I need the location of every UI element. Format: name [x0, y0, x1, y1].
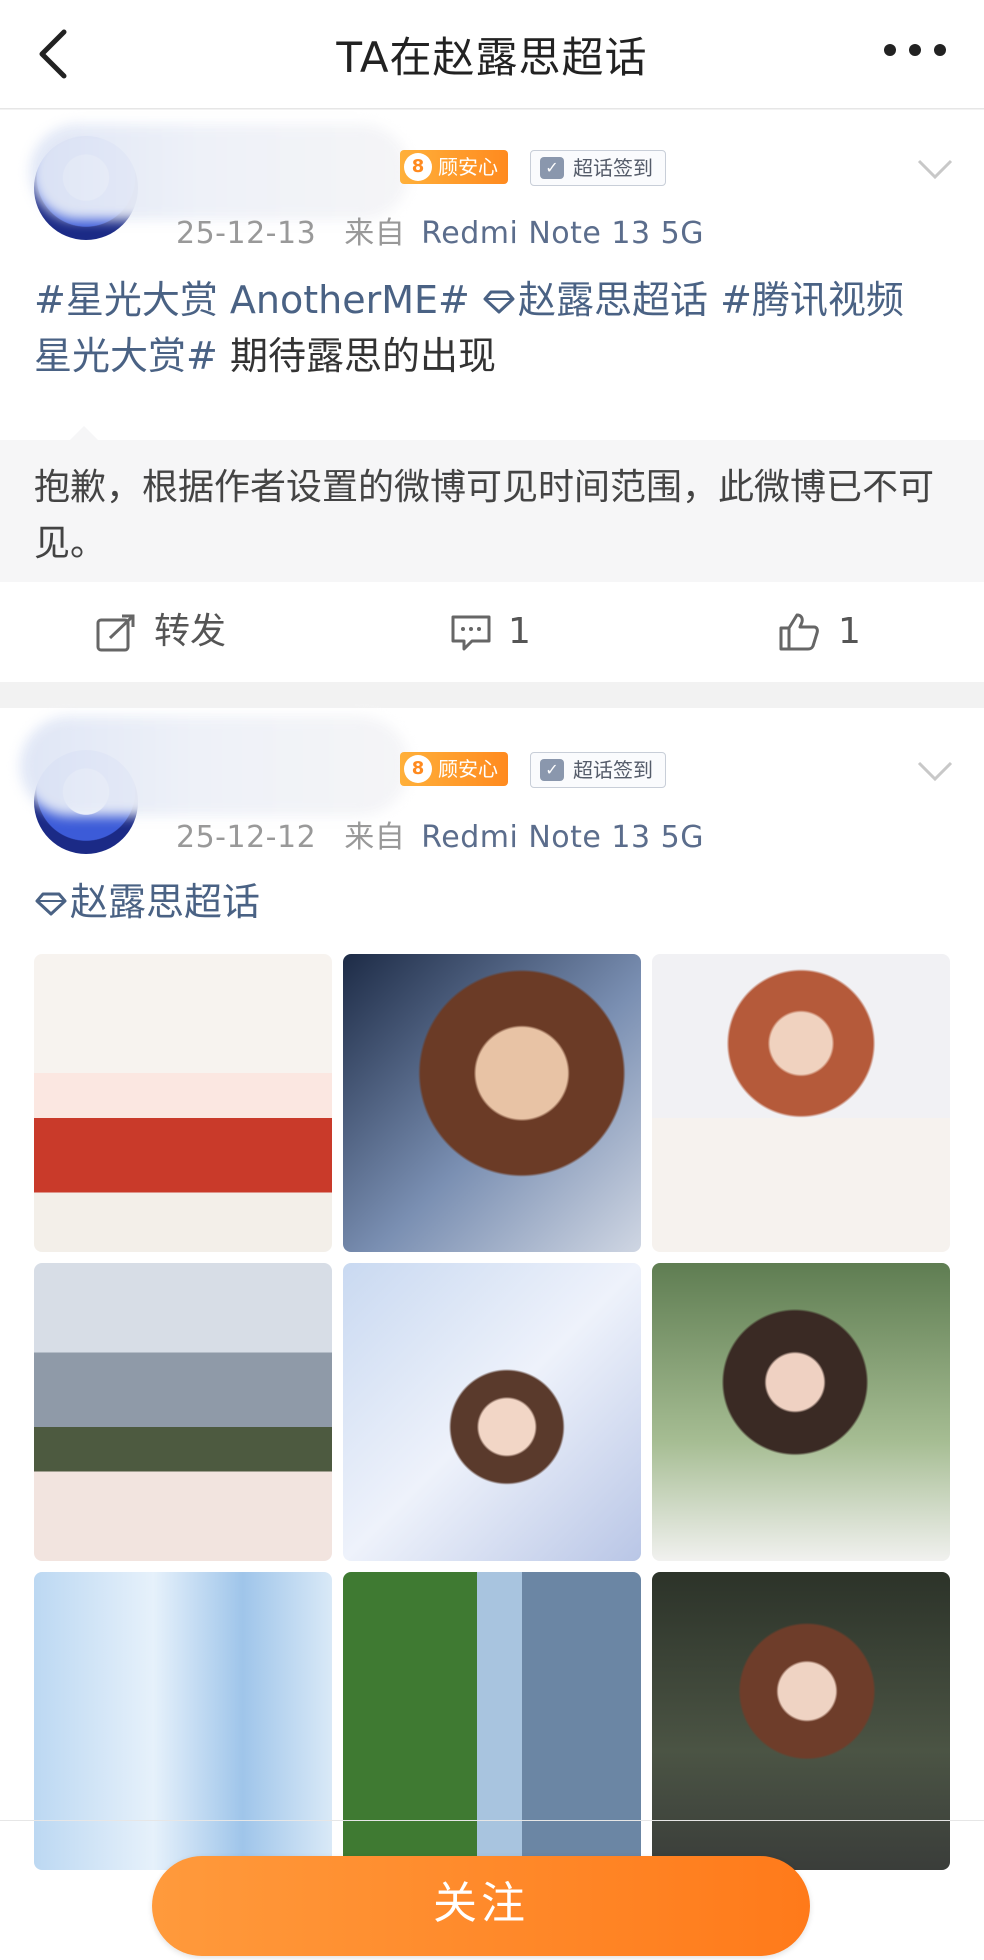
checkin-badge[interactable]: ✓ 超话签到	[530, 150, 666, 186]
photo-flowers-visor[interactable]	[343, 1263, 641, 1561]
notice-pointer	[70, 426, 98, 440]
post-text: #星光大赏 AnotherME# 赵露思超话 #腾讯视频 星光大赏# 期待露思的…	[34, 272, 944, 384]
source-prefix: 来自	[344, 820, 406, 855]
level-number: 8	[404, 755, 432, 783]
fan-badge-label: 顾安心	[438, 757, 498, 781]
follow-button[interactable]: 关注	[152, 1856, 810, 1956]
post-meta: 25-12-13 来自 Redmi Note 13 5G	[176, 208, 704, 252]
photo-tree-building[interactable]	[343, 1572, 641, 1870]
repost-button[interactable]: 转发	[96, 582, 296, 682]
photo-cafe-dessert[interactable]	[652, 954, 950, 1252]
photo-castle-bunny[interactable]	[34, 1263, 332, 1561]
device-name: Redmi Note 13 5G	[421, 820, 704, 855]
post-text: 赵露思超话	[34, 874, 944, 930]
source-prefix: 来自	[344, 216, 406, 251]
more-options-icon[interactable]	[882, 42, 948, 58]
chevron-down-icon[interactable]	[916, 760, 954, 782]
action-bar: 转发 1 1	[0, 582, 984, 682]
supertopic-link[interactable]: 赵露思超话	[482, 278, 708, 322]
notice-text: 抱歉，根据作者设置的微博可见时间范围，此微博已不可见。	[34, 467, 935, 564]
repost-icon	[96, 614, 135, 652]
supertopic-label: 赵露思超话	[70, 880, 261, 924]
checkin-badge[interactable]: ✓ 超话签到	[530, 752, 666, 788]
checkmark-icon: ✓	[540, 157, 564, 179]
hashtag-link[interactable]: #星光大赏 AnotherME#	[34, 278, 470, 322]
comment-count: 1	[508, 611, 531, 652]
device-name: Redmi Note 13 5G	[421, 216, 704, 251]
page-title: TA在赵露思超话	[336, 33, 648, 82]
thumbs-up-icon	[779, 613, 819, 651]
post-card: 8 顾安心 ✓ 超话签到 25-12-13 来自 Redmi Note 13 5…	[0, 110, 984, 682]
comment-icon	[451, 615, 491, 651]
photo-night-street[interactable]	[652, 1572, 950, 1870]
diamond-icon	[483, 290, 515, 314]
post-date: 25-12-12	[176, 820, 317, 855]
fan-level-badge[interactable]: 8 顾安心	[400, 150, 508, 184]
comment-button[interactable]: 1	[450, 582, 610, 682]
photo-garden-portrait[interactable]	[652, 1263, 950, 1561]
divider	[0, 1820, 984, 1821]
like-button[interactable]: 1	[778, 582, 918, 682]
diamond-icon	[35, 892, 67, 916]
checkin-badge-label: 超话签到	[573, 758, 653, 782]
supertopic-label: 赵露思超话	[517, 278, 708, 322]
fan-level-badge[interactable]: 8 顾安心	[400, 752, 508, 786]
hashtag-link[interactable]: #腾讯视频	[720, 278, 904, 322]
photo-headphones-portrait[interactable]	[343, 954, 641, 1252]
repost-label: 转发	[154, 611, 227, 652]
hidden-post-notice: 抱歉，根据作者设置的微博可见时间范围，此微博已不可见。	[0, 426, 984, 582]
checkin-badge-label: 超话签到	[573, 156, 653, 180]
username-redaction	[30, 124, 410, 220]
level-number: 8	[404, 153, 432, 181]
supertopic-link[interactable]: 赵露思超话	[34, 880, 260, 924]
photo-red-sweater-handbag[interactable]	[34, 954, 332, 1252]
fan-badge-label: 顾安心	[438, 155, 498, 179]
post-card: 8 顾安心 ✓ 超话签到 25-12-12 来自 Redmi Note 13 5…	[0, 708, 984, 1960]
chevron-down-icon[interactable]	[916, 158, 954, 180]
username-redaction	[20, 716, 410, 816]
post-date: 25-12-13	[176, 216, 317, 251]
post-meta: 25-12-12 来自 Redmi Note 13 5G	[176, 812, 704, 856]
post-body: 期待露思的出现	[229, 334, 496, 378]
hashtag-link-cont[interactable]: 星光大赏#	[34, 334, 218, 378]
like-count: 1	[838, 611, 861, 652]
checkmark-icon: ✓	[540, 759, 564, 781]
photo-curtain-light[interactable]	[34, 1572, 332, 1870]
top-bar: TA在赵露思超话	[0, 0, 984, 109]
